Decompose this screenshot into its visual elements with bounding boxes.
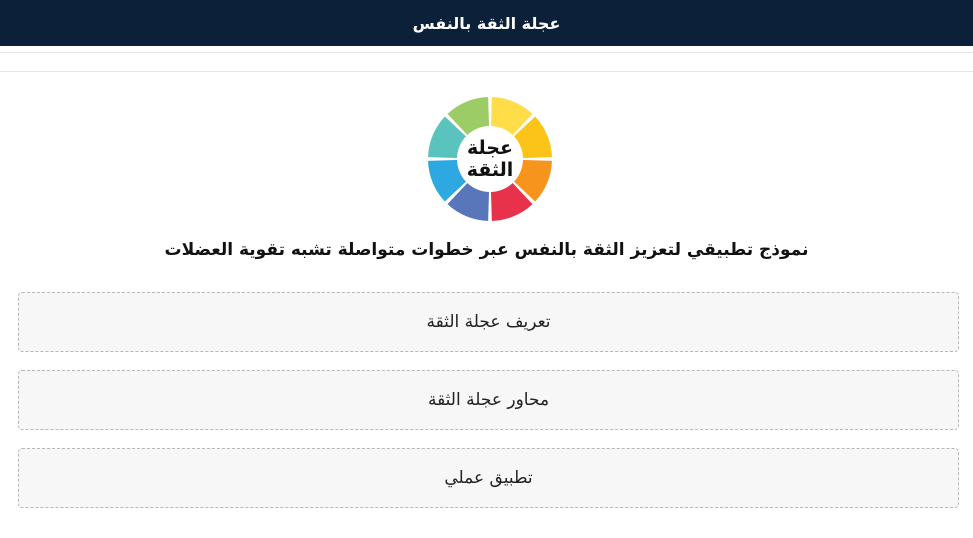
page-subtitle: نموذج تطبيقي لتعزيز الثقة بالنفس عبر خطو…: [164, 240, 809, 260]
axes-button-label: محاور عجلة الثقة: [427, 390, 550, 410]
confidence-wheel-logo: عجلة الثقة: [427, 96, 553, 222]
page-title: عجلة الثقة بالنفس: [412, 13, 561, 33]
practical-application-button[interactable]: تطبيق عملي: [18, 448, 959, 508]
header-divider: [0, 52, 973, 72]
logo-text-line2: الثقة: [466, 159, 514, 181]
definition-button-label: تعريف عجلة الثقة: [426, 312, 551, 332]
logo-text-line1: عجلة: [467, 137, 513, 159]
axes-button[interactable]: محاور عجلة الثقة: [18, 370, 959, 430]
app-header: عجلة الثقة بالنفس: [0, 0, 973, 46]
practical-application-button-label: تطبيق عملي: [444, 468, 533, 488]
definition-button[interactable]: تعريف عجلة الثقة: [18, 292, 959, 352]
logo-text: عجلة الثقة: [427, 96, 553, 222]
